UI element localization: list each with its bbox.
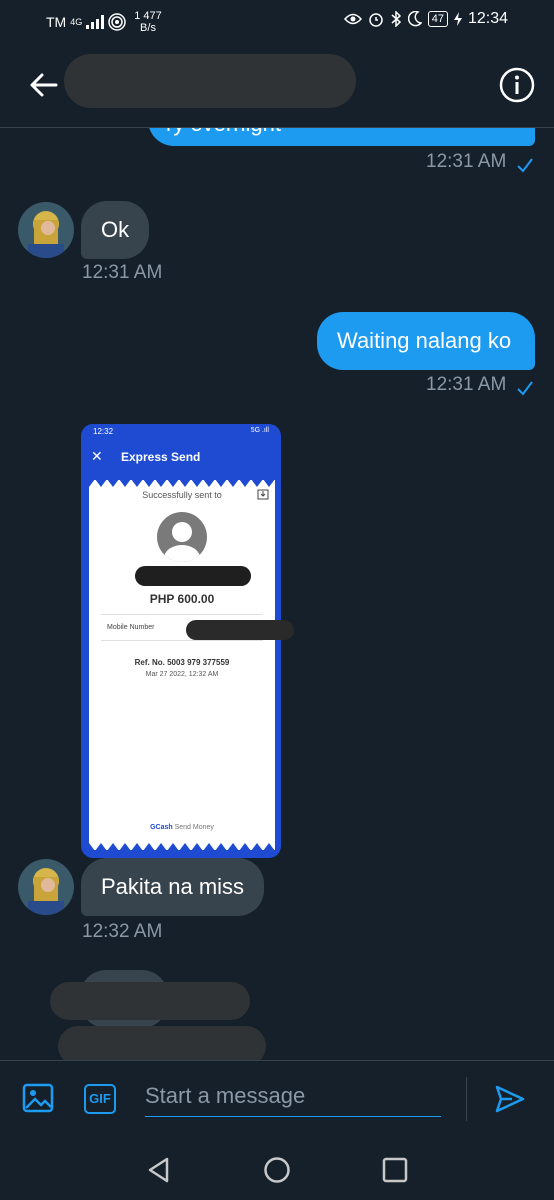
battery-icon: 47 — [427, 11, 448, 27]
nav-recents-icon[interactable] — [381, 1156, 409, 1184]
alarm-icon — [368, 13, 383, 27]
receipt-mobile-label: Mobile Number — [107, 624, 155, 631]
system-nav-bar — [0, 1138, 554, 1200]
nav-home-icon[interactable] — [263, 1156, 291, 1184]
receipt-date: Mar 27 2022, 12:32 AM — [145, 671, 219, 678]
message-text: Ok — [101, 217, 130, 242]
network-speed: 1 477 B/s — [134, 10, 162, 34]
message-timestamp: 12:31 AM — [82, 262, 163, 283]
message-text: Pakita na miss — [101, 874, 245, 899]
signal-icon — [86, 15, 105, 29]
divider — [466, 1077, 467, 1121]
gif-button[interactable]: GIF — [84, 1084, 116, 1114]
hotspot-icon — [108, 13, 126, 31]
message-composer: GIF — [0, 1060, 554, 1138]
message-timestamp: 12:32 AM — [82, 921, 163, 942]
image-icon[interactable] — [22, 1082, 54, 1114]
send-icon[interactable] — [494, 1083, 526, 1115]
image-attachment[interactable]: 12:32 5G .ıll ✕ Express Send Successfull… — [81, 424, 281, 858]
moon-icon — [407, 11, 422, 27]
redacted-block — [50, 982, 250, 1020]
message-timestamp: 12:31 AM — [426, 374, 507, 395]
divider — [101, 640, 263, 641]
receipt: Successfully sent to PHP 600.00 Mobile N… — [89, 479, 275, 851]
attachment-title: Express Send — [121, 450, 201, 464]
eye-icon — [343, 13, 362, 25]
avatar[interactable] — [18, 202, 74, 258]
conversation-header — [0, 48, 554, 128]
download-icon — [257, 489, 269, 500]
charging-icon — [453, 12, 462, 26]
info-circle-icon[interactable] — [498, 66, 536, 104]
redacted-mobile-number — [186, 620, 294, 640]
avatar[interactable] — [18, 859, 74, 915]
network-type: 4G — [70, 17, 83, 27]
receipt-sent-to: Successfully sent to — [142, 490, 222, 500]
message-bubble-outgoing[interactable]: Waiting nalang ko — [317, 312, 535, 370]
recipient-avatar — [157, 512, 207, 562]
message-timestamp: 12:31 AM — [426, 151, 507, 172]
carrier-label: TM — [46, 14, 67, 30]
bluetooth-icon — [391, 11, 401, 27]
message-text: Waiting nalang ko — [337, 328, 512, 353]
message-input[interactable] — [145, 1075, 441, 1117]
receipt-footer: GCash Send Money — [150, 824, 214, 831]
divider — [101, 614, 263, 615]
message-bubble-incoming[interactable]: Pakita na miss — [81, 858, 265, 916]
redacted-contact-name[interactable] — [64, 54, 356, 108]
arrow-left-icon[interactable] — [26, 68, 60, 102]
sent-check-icon — [517, 381, 533, 396]
receipt-ref: Ref. No. 5003 979 377559 — [134, 658, 230, 667]
sent-check-icon — [517, 158, 533, 173]
status-bar: TM 4G 1 477 B/s 47 12:34 — [0, 0, 554, 44]
redacted-recipient-name — [135, 566, 251, 586]
receipt-amount: PHP 600.00 — [149, 592, 215, 606]
receipt-zigzag — [89, 843, 275, 851]
close-icon: ✕ — [91, 448, 103, 464]
receipt-zigzag-top — [89, 479, 275, 487]
attachment-status-time: 12:32 — [93, 427, 114, 436]
message-bubble-incoming[interactable]: Ok — [81, 201, 150, 259]
clock: 12:34 — [467, 10, 508, 27]
nav-back-icon[interactable] — [145, 1156, 173, 1184]
attachment-status-signal: 5G .ıll — [250, 427, 269, 434]
